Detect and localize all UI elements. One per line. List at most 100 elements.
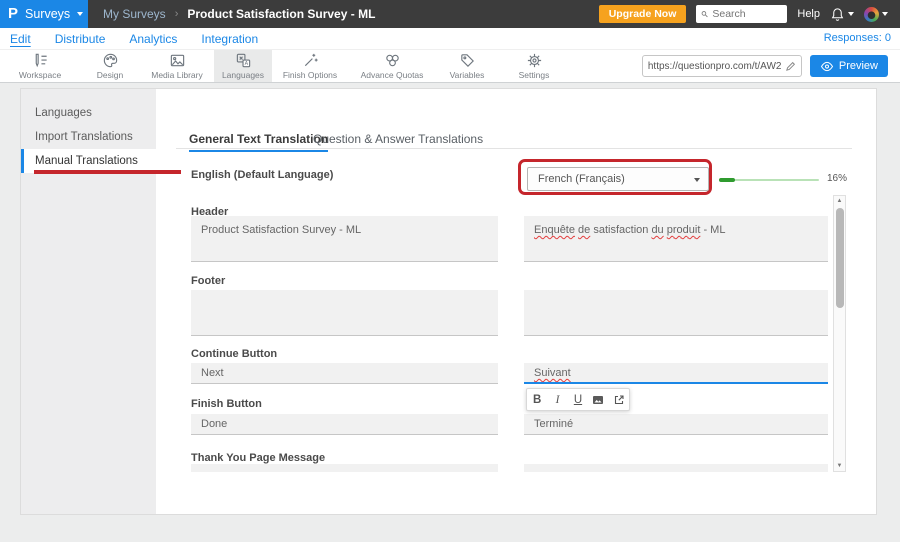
field-label-finish-button: Finish Button <box>191 398 262 410</box>
chevron-down-icon <box>848 12 854 16</box>
design-icon <box>102 52 119 69</box>
toolbar-item-media-library[interactable]: Media Library <box>140 50 214 82</box>
toolbar-item-variables[interactable]: Variables <box>436 50 498 82</box>
subnav: Edit Distribute Analytics Integration Respo… <box>0 28 900 50</box>
misspelled-word: du <box>651 224 663 236</box>
subnav-edit[interactable]: Edit <box>10 32 31 46</box>
notifications-menu[interactable] <box>830 7 854 22</box>
field-label-footer: Footer <box>191 275 225 287</box>
toolbar-item-label: Design <box>97 70 123 80</box>
field-label-continue-button: Continue Button <box>191 348 277 360</box>
scroll-up-arrow-icon[interactable]: ▲ <box>834 196 845 206</box>
translation-thank-you-page-message[interactable] <box>524 464 828 472</box>
search-input[interactable] <box>712 8 782 20</box>
product-menu-label: Surveys <box>25 7 70 21</box>
global-search[interactable] <box>696 5 787 23</box>
misspelled-word: de <box>578 224 590 236</box>
translation-finish-button[interactable]: Terminé <box>524 414 828 435</box>
toolbar-items: Workspace Design Media Library A Languages Fi… <box>0 50 570 82</box>
tab-general-text-translation[interactable]: General Text Translation <box>189 132 328 152</box>
media-library-icon <box>169 52 186 69</box>
toolbar-item-languages[interactable]: A Languages <box>214 50 272 82</box>
bold-button[interactable]: B <box>528 389 546 410</box>
insert-link-button[interactable] <box>610 389 628 410</box>
preview-label: Preview <box>839 60 878 72</box>
annotation-red-box: French (Français) <box>518 159 712 195</box>
chevron-down-icon <box>77 12 83 16</box>
translation-progress-percent: 16% <box>827 173 847 184</box>
toolbar-item-label: Variables <box>450 70 485 80</box>
selected-language: French (Français) <box>538 173 625 185</box>
misspelled-word: produit <box>667 224 701 236</box>
questionpro-logo: P <box>8 0 18 28</box>
account-menu[interactable] <box>864 7 888 22</box>
toolbar-item-label: Settings <box>519 70 550 80</box>
sidebar-item-import-translations[interactable]: Import Translations <box>21 125 156 149</box>
help-link[interactable]: Help <box>797 8 820 20</box>
default-language-label: English (Default Language) <box>191 169 333 181</box>
source-continue-button[interactable]: Next <box>191 363 498 384</box>
responses-link[interactable]: Responses: 0 <box>824 32 891 44</box>
translation-content: General Text TranslationQuestion & Answe… <box>156 89 876 514</box>
pencil-icon <box>785 61 796 72</box>
toolbar-item-label: Advance Quotas <box>361 70 424 80</box>
source-header[interactable]: Product Satisfaction Survey - ML <box>191 216 498 262</box>
workspace-icon <box>32 52 49 69</box>
target-language-dropdown[interactable]: French (Français) <box>527 167 709 191</box>
subnav-links: Edit Distribute Analytics Integration <box>10 32 258 46</box>
main-panel: LanguagesImport TranslationsManual Trans… <box>20 88 877 515</box>
source-finish-button[interactable]: Done <box>191 414 498 435</box>
chevron-down-icon <box>882 12 888 16</box>
toolbar-item-advance-quotas[interactable]: Advance Quotas <box>348 50 436 82</box>
translation-continue-button[interactable]: Suivant <box>524 363 828 384</box>
search-icon <box>701 9 708 19</box>
survey-url-box <box>642 55 802 77</box>
subnav-distribute[interactable]: Distribute <box>55 32 106 46</box>
toolbar-item-label: Workspace <box>19 70 61 80</box>
underline-button[interactable]: U <box>569 389 587 410</box>
sidebar-items: LanguagesImport TranslationsManual Trans… <box>21 101 156 173</box>
toolbar-item-workspace[interactable]: Workspace <box>0 50 80 82</box>
advance-quotas-icon <box>384 52 401 69</box>
annotation-red-underline <box>34 170 181 174</box>
fields-scrollbar[interactable]: ▲ ▼ <box>833 195 846 472</box>
source-thank-you-page-message[interactable] <box>191 464 498 472</box>
languages-icon: A <box>235 52 252 69</box>
misspelled-word: Enquête <box>534 224 575 236</box>
toolbar-item-finish-options[interactable]: Finish Options <box>272 50 348 82</box>
toolbar-item-settings[interactable]: Settings <box>498 50 570 82</box>
translation-footer[interactable] <box>524 290 828 336</box>
settings-icon <box>526 52 543 69</box>
scroll-down-arrow-icon[interactable]: ▼ <box>834 461 845 471</box>
subnav-integration[interactable]: Integration <box>201 32 258 46</box>
translation-header[interactable]: Enquête de satisfaction du produit - ML <box>524 216 828 262</box>
breadcrumb: My Surveys › Product Satisfaction Survey… <box>103 7 375 21</box>
product-menu[interactable]: P Surveys <box>0 0 88 28</box>
toolbar-item-label: Finish Options <box>283 70 337 80</box>
subnav-analytics[interactable]: Analytics <box>129 32 177 46</box>
tabs-divider <box>176 148 852 149</box>
toolbar-item-label: Languages <box>222 70 264 80</box>
breadcrumb-current: Product Satisfaction Survey - ML <box>187 7 375 21</box>
upgrade-now-button[interactable]: Upgrade Now <box>599 5 687 23</box>
format-toolbar: BIU <box>526 388 630 411</box>
chevron-down-icon <box>694 178 700 182</box>
finish-options-icon <box>302 52 319 69</box>
bell-icon <box>830 7 845 22</box>
preview-button[interactable]: Preview <box>810 55 888 77</box>
source-footer[interactable] <box>191 290 498 336</box>
svg-text:A: A <box>244 61 248 67</box>
insert-image-button[interactable] <box>589 389 607 410</box>
topbar: P Surveys My Surveys › Product Satisfact… <box>0 0 900 28</box>
variables-icon <box>459 52 476 69</box>
sidebar-item-languages[interactable]: Languages <box>21 101 156 125</box>
survey-url-input[interactable] <box>648 61 781 72</box>
scrollbar-thumb[interactable] <box>836 208 844 308</box>
edit-url-button[interactable] <box>781 61 796 72</box>
field-label-thank-you-page-message: Thank You Page Message <box>191 452 325 464</box>
toolbar-item-design[interactable]: Design <box>80 50 140 82</box>
toolbar-item-label: Media Library <box>151 70 203 80</box>
breadcrumb-separator: › <box>175 8 179 20</box>
breadcrumb-parent[interactable]: My Surveys <box>103 7 166 21</box>
italic-button[interactable]: I <box>549 389 567 410</box>
